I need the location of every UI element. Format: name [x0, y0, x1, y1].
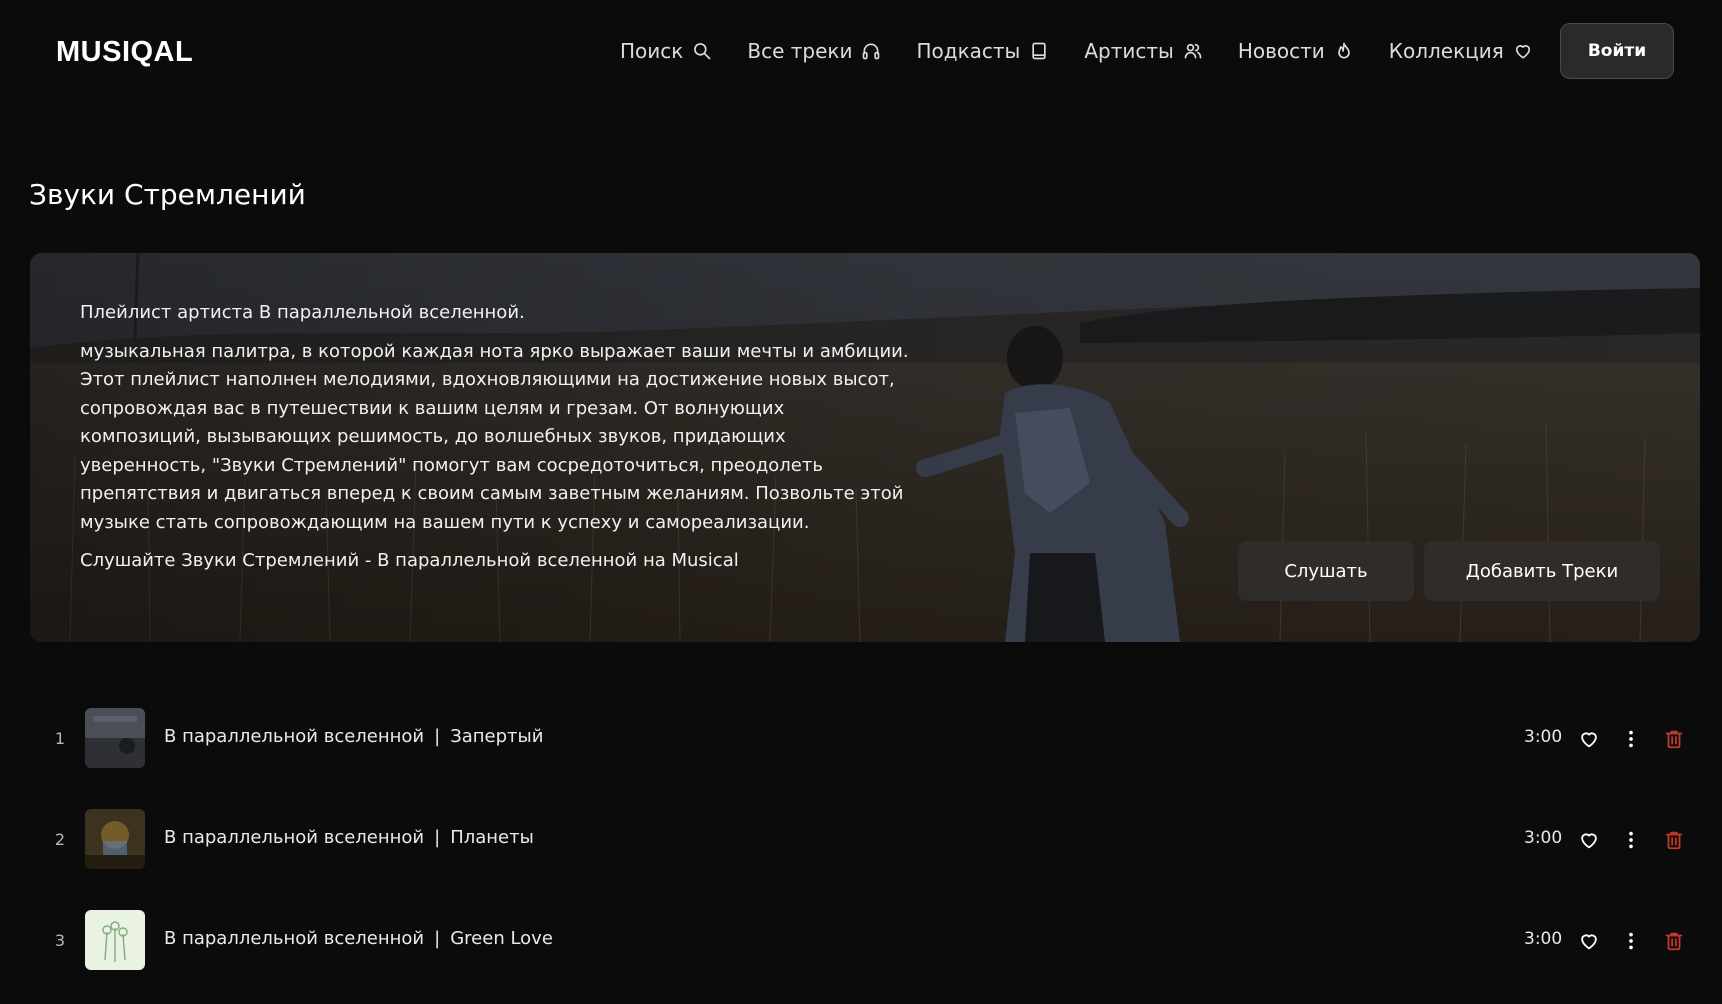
users-icon: [1184, 43, 1202, 59]
like-button[interactable]: [1576, 928, 1602, 954]
nav-label: Артисты: [1084, 39, 1174, 63]
track-cover: [85, 910, 145, 970]
heart-icon: [1581, 732, 1597, 748]
more-vertical-icon: [1629, 730, 1633, 748]
track-artist: В параллельной вселенной: [164, 726, 425, 747]
header: MUSIQAL Поиск Все треки Подкасты Артисты…: [0, 0, 1722, 102]
track-duration: 3:00: [1524, 727, 1563, 747]
track-title[interactable]: В параллельной вселенной | Запертый: [164, 726, 543, 747]
nav-item-collection[interactable]: Коллекция: [1389, 39, 1533, 63]
heart-icon: [1581, 934, 1597, 950]
track-artist: В параллельной вселенной: [164, 928, 425, 949]
table-row[interactable]: 3 В параллельной вселенной | Green Love 3:…: [0, 910, 1722, 972]
track-separator: |: [434, 827, 441, 848]
banner-description: Плейлист артиста В параллельной вселенно…: [80, 299, 910, 586]
track-name: Green Love: [450, 928, 553, 949]
like-button[interactable]: [1576, 827, 1602, 853]
search-icon: [694, 43, 711, 60]
more-vertical-icon: [1629, 932, 1633, 950]
more-button[interactable]: [1618, 827, 1644, 853]
track-cover: [85, 809, 145, 869]
track-name: Запертый: [450, 726, 544, 747]
nav-item-artists[interactable]: Артисты: [1084, 39, 1202, 63]
flame-icon: [1337, 42, 1350, 59]
book-icon: [1032, 42, 1047, 60]
headphones-icon: [863, 43, 880, 60]
trash-icon: [1665, 831, 1683, 850]
login-button[interactable]: Войти: [1560, 23, 1674, 79]
track-cover: [85, 708, 145, 768]
main-nav: Поиск Все треки Подкасты Артисты Новости…: [620, 34, 1568, 68]
nav-item-news[interactable]: Новости: [1238, 39, 1354, 63]
trash-icon: [1665, 730, 1683, 749]
heart-icon: [1515, 45, 1530, 59]
track-duration: 3:00: [1524, 929, 1563, 949]
banner-cta-text: Слушайте Звуки Стремлений - В параллельн…: [80, 550, 739, 571]
nav-label: Новости: [1237, 39, 1325, 63]
banner-intro: Плейлист артиста В параллельной вселенно…: [80, 302, 525, 323]
add-tracks-button[interactable]: Добавить Треки: [1424, 541, 1660, 601]
nav-label: Поиск: [620, 39, 684, 63]
nav-label: Коллекция: [1388, 39, 1504, 63]
more-vertical-icon: [1629, 831, 1633, 849]
page-title: Звуки Стремлений: [29, 178, 306, 211]
like-button[interactable]: [1576, 726, 1602, 752]
heart-icon: [1581, 833, 1597, 849]
nav-item-search[interactable]: Поиск: [620, 39, 712, 63]
trash-icon: [1665, 932, 1683, 951]
track-artist: В параллельной вселенной: [164, 827, 425, 848]
track-separator: |: [434, 928, 441, 949]
nav-label: Подкасты: [916, 39, 1021, 63]
nav-item-podcasts[interactable]: Подкасты: [916, 39, 1049, 63]
table-row[interactable]: 2 В параллельной вселенной | Планеты 3:00: [0, 809, 1722, 871]
playlist-banner: Плейлист артиста В параллельной вселенно…: [30, 253, 1700, 642]
delete-button[interactable]: [1661, 726, 1687, 752]
track-number: 1: [54, 729, 66, 748]
delete-button[interactable]: [1661, 928, 1687, 954]
nav-item-all-tracks[interactable]: Все треки: [747, 39, 881, 63]
more-button[interactable]: [1618, 928, 1644, 954]
table-row[interactable]: 1 В параллельной вселенной | Запертый 3:00: [0, 708, 1722, 770]
nav-label: Все треки: [747, 39, 853, 63]
more-button[interactable]: [1618, 726, 1644, 752]
track-number: 3: [54, 931, 66, 950]
banner-body: музыкальная палитра, в которой каждая но…: [80, 340, 909, 533]
track-name: Планеты: [450, 827, 534, 848]
track-title[interactable]: В параллельной вселенной | Планеты: [164, 827, 534, 848]
delete-button[interactable]: [1661, 827, 1687, 853]
logo[interactable]: MUSIQAL: [56, 36, 193, 69]
listen-button[interactable]: Слушать: [1238, 541, 1414, 601]
track-separator: |: [434, 726, 441, 747]
track-number: 2: [54, 830, 66, 849]
track-title[interactable]: В параллельной вселенной | Green Love: [164, 928, 553, 949]
track-duration: 3:00: [1524, 828, 1563, 848]
